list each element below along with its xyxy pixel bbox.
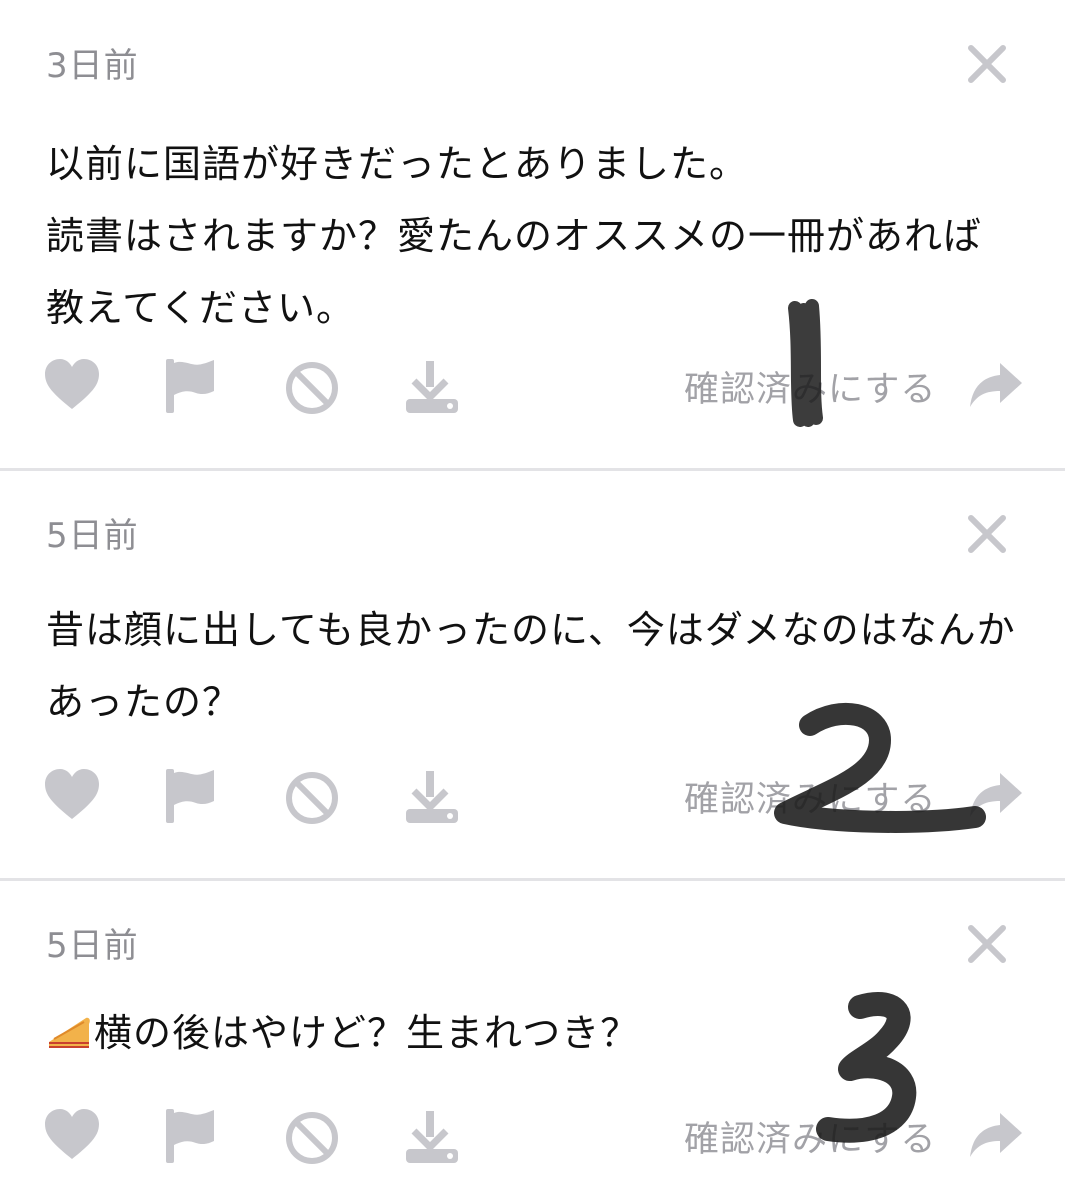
block-icon — [286, 772, 338, 824]
timestamp: 5日前 — [46, 516, 139, 556]
heart-icon — [45, 359, 99, 409]
flag-icon — [166, 769, 214, 823]
question-card: 3日前 以前に国語が好きだったとありました。 読書はされますか？愛たんのオススメ… — [0, 0, 1065, 470]
question-text: 昔は顔に出しても良かったのに、今はダメなのはなんかあったの？ — [46, 608, 1016, 724]
download-button[interactable] — [400, 355, 460, 415]
download-icon — [406, 1111, 458, 1163]
share-button[interactable] — [966, 1105, 1026, 1165]
flag-button[interactable] — [160, 765, 220, 825]
share-button[interactable] — [966, 355, 1026, 415]
close-icon — [968, 515, 1006, 553]
block-icon — [286, 1112, 338, 1164]
question-card: 5日前 横の後はやけど？生まれつき？ 確認済みにする — [0, 880, 1065, 1200]
share-arrow-icon — [970, 1113, 1022, 1157]
mark-as-read-button[interactable]: 確認済みにする — [684, 771, 936, 822]
flag-button[interactable] — [160, 355, 220, 415]
action-bar: 確認済みにする — [0, 765, 1065, 835]
download-icon — [406, 361, 458, 413]
block-button[interactable] — [282, 765, 342, 825]
question-text-body: 横の後はやけど？生まれつき？ — [94, 1011, 640, 1055]
close-button[interactable] — [965, 922, 1009, 966]
block-icon — [286, 362, 338, 414]
heart-icon — [45, 1109, 99, 1159]
pie-emoji-icon — [49, 1017, 90, 1048]
download-button[interactable] — [400, 765, 460, 825]
close-icon — [968, 45, 1006, 83]
like-button[interactable] — [42, 355, 102, 415]
block-button[interactable] — [282, 355, 342, 415]
close-button[interactable] — [965, 512, 1009, 556]
close-icon — [968, 925, 1006, 963]
flag-icon — [166, 1109, 214, 1163]
timestamp: 3日前 — [46, 46, 139, 86]
share-arrow-icon — [970, 363, 1022, 407]
download-button[interactable] — [400, 1105, 460, 1165]
mark-as-read-button[interactable]: 確認済みにする — [684, 361, 936, 412]
flag-icon — [166, 359, 214, 413]
question-text: 以前に国語が好きだったとありました。 読書はされますか？愛たんのオススメの一冊が… — [46, 142, 983, 330]
timestamp: 5日前 — [46, 926, 139, 966]
close-button[interactable] — [965, 42, 1009, 86]
like-button[interactable] — [42, 1105, 102, 1165]
mark-as-read-button[interactable]: 確認済みにする — [684, 1111, 936, 1162]
action-bar: 確認済みにする — [0, 355, 1065, 425]
share-button[interactable] — [966, 765, 1026, 825]
action-bar: 確認済みにする — [0, 1105, 1065, 1175]
question-text: 横の後はやけど？生まれつき？ — [46, 997, 1016, 1069]
question-card: 5日前 昔は顔に出しても良かったのに、今はダメなのはなんかあったの？ 確認済みに… — [0, 470, 1065, 880]
block-button[interactable] — [282, 1105, 342, 1165]
heart-icon — [45, 769, 99, 819]
download-icon — [406, 771, 458, 823]
share-arrow-icon — [970, 773, 1022, 817]
flag-button[interactable] — [160, 1105, 220, 1165]
like-button[interactable] — [42, 765, 102, 825]
